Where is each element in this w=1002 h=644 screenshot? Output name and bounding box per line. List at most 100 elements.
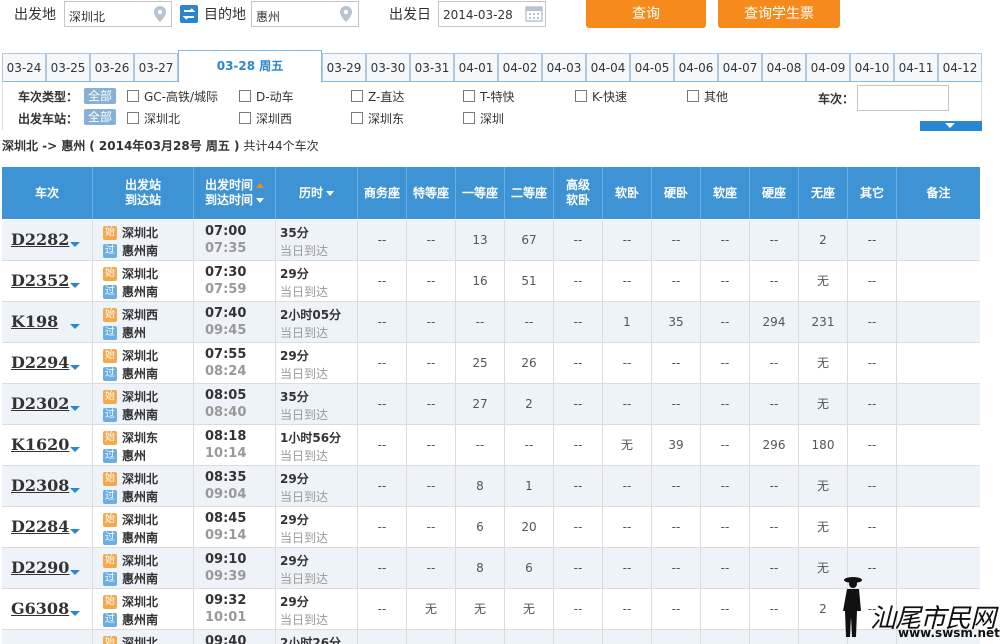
header-stations[interactable]: 出发站 到达站 [93, 167, 194, 219]
expand-filters-toggle[interactable] [920, 121, 982, 131]
train-number-link[interactable]: G6308 [11, 599, 69, 618]
expand-stops-icon[interactable] [70, 488, 80, 493]
seat-availability: -- [750, 261, 799, 301]
date-tab[interactable]: 03-29 [322, 53, 366, 81]
header-duration[interactable]: 历时 [276, 167, 358, 219]
expand-stops-icon[interactable] [70, 570, 80, 575]
seat-availability: -- [750, 466, 799, 506]
train-number-link[interactable]: D2294 [11, 353, 69, 372]
table-row[interactable]: D2308 始深圳北过惠州南 08:35 09:04 29分 当日到达 -- -- 8 1 -- --… [2, 466, 980, 507]
departure-time: 08:05 [205, 388, 247, 403]
type-checkbox-other[interactable] [687, 90, 699, 102]
type-checkbox-d[interactable] [239, 90, 251, 102]
date-tab[interactable]: 04-01 [454, 53, 498, 81]
expand-stops-icon[interactable] [70, 611, 80, 616]
date-tab[interactable]: 04-08 [762, 53, 806, 81]
table-row[interactable]: K198 始深圳西过惠州 07:40 09:45 2小时05分 当日到达 -- -- -- -- -… [2, 302, 980, 343]
header-times[interactable]: 出发时间 到达时间 [194, 167, 276, 219]
table-row[interactable]: K1620 始深圳东过惠州 08:18 10:14 1小时56分 当日到达 -- -- -- --… [2, 425, 980, 466]
expand-stops-icon[interactable] [70, 365, 80, 370]
expand-stops-icon[interactable] [70, 529, 80, 534]
date-tab[interactable]: 03-25 [46, 53, 90, 81]
expand-stops-icon[interactable] [70, 406, 80, 411]
start-station-badge: 始 [103, 595, 117, 609]
seat-availability: -- [407, 384, 456, 424]
date-tab[interactable]: 04-02 [498, 53, 542, 81]
student-ticket-button[interactable]: 查询学生票 [718, 0, 840, 28]
location-pin-icon[interactable] [338, 5, 354, 23]
date-tab[interactable]: 03-26 [90, 53, 134, 81]
arrival-station: 惠州南 [122, 408, 159, 422]
seat-availability: -- [652, 589, 701, 629]
station-checkbox-shenzhenxi[interactable] [239, 112, 251, 124]
seat-availability: -- [652, 343, 701, 383]
sort-desc-icon [326, 190, 334, 196]
duration: 2小时26分 [280, 636, 342, 644]
seat-availability: 296 [750, 425, 799, 465]
date-tab[interactable]: 04-07 [718, 53, 762, 81]
train-number-link[interactable]: D2308 [11, 476, 69, 495]
date-tab[interactable]: 03-27 [134, 53, 178, 81]
date-tab[interactable]: 04-09 [806, 53, 850, 81]
calendar-icon[interactable] [524, 3, 544, 23]
expand-stops-icon[interactable] [70, 447, 80, 452]
date-tab[interactable]: 03-31 [410, 53, 454, 81]
type-checkbox-z[interactable] [351, 90, 363, 102]
arrival-station: 惠州南 [122, 572, 159, 586]
expand-stops-icon[interactable] [70, 324, 80, 329]
table-row[interactable]: D2282 始深圳北过惠州南 07:00 07:35 35分 当日到达 -- -- 13 67 --… [2, 220, 980, 261]
query-button[interactable]: 查询 [586, 0, 706, 28]
station-checkbox-shenzhendong[interactable] [351, 112, 363, 124]
seat-availability: -- [701, 630, 750, 644]
type-checkbox-t[interactable] [463, 90, 475, 102]
station-checkbox-shenzhen[interactable] [463, 112, 475, 124]
date-tab[interactable]: 04-10 [850, 53, 894, 81]
departure-station-label: 出发车站： [18, 112, 79, 126]
train-number-input[interactable] [857, 85, 949, 111]
table-row[interactable]: D2294 始深圳北过惠州南 07:55 08:24 29分 当日到达 -- -- 25 26 --… [2, 343, 980, 384]
type-checkbox-k[interactable] [575, 90, 587, 102]
date-tab[interactable]: 04-12 [938, 53, 982, 81]
table-row[interactable]: 始深圳北09:402小时26分---------------------- [2, 630, 980, 644]
train-number-link[interactable]: D2290 [11, 558, 69, 577]
seat-availability: -- [848, 466, 897, 506]
table-row[interactable]: D2352 始深圳北过惠州南 07:30 07:59 29分 当日到达 -- -- 16 51 --… [2, 261, 980, 302]
table-row[interactable]: G6308 始深圳北过惠州南 09:32 10:01 29分 当日到达 -- 无无无 -- -- -… [2, 589, 980, 630]
station-checkbox-shenzhenbei[interactable] [127, 112, 139, 124]
location-pin-icon[interactable] [152, 5, 168, 23]
seat-availability: -- [652, 507, 701, 547]
seat-availability: 无 [799, 343, 848, 383]
table-row[interactable]: D2284 始深圳北过惠州南 08:45 09:14 29分 当日到达 -- -- 6 20 -- -… [2, 507, 980, 548]
table-row[interactable]: D2302 始深圳北过惠州南 08:05 08:40 35分 当日到达 -- -- 27 2 -- -… [2, 384, 980, 425]
train-type-all-button[interactable]: 全部 [84, 88, 116, 104]
table-row[interactable]: D2290 始深圳北过惠州南 09:10 09:39 29分 当日到达 -- -- 8 6 -- --… [2, 548, 980, 589]
type-checkbox-gc[interactable] [127, 90, 139, 102]
seat-availability: -- [358, 261, 407, 301]
date-tab[interactable]: 03-30 [366, 53, 410, 81]
header-train[interactable]: 车次 [2, 167, 93, 219]
date-tab[interactable]: 04-04 [586, 53, 630, 81]
date-tab[interactable]: 04-11 [894, 53, 938, 81]
date-tab[interactable]: 03-28 周五 [178, 50, 322, 83]
header-hard-seat: 硬座 [750, 167, 799, 219]
pass-station-badge: 过 [103, 285, 117, 299]
seat-availability: -- [701, 220, 750, 260]
train-number-link[interactable]: D2352 [11, 271, 69, 290]
station-all-button[interactable]: 全部 [84, 109, 116, 125]
train-number-link[interactable]: K198 [11, 312, 58, 331]
expand-stops-icon[interactable] [70, 283, 80, 288]
arrival-day-note: 当日到达 [280, 408, 329, 422]
date-tab[interactable]: 04-03 [542, 53, 586, 81]
expand-stops-icon[interactable] [70, 242, 80, 247]
train-number-link[interactable]: D2302 [11, 394, 69, 413]
seat-availability: -- [554, 548, 603, 588]
seat-availability: -- [554, 343, 603, 383]
train-number-link[interactable]: K1620 [11, 435, 69, 454]
date-tab[interactable]: 04-06 [674, 53, 718, 81]
result-summary: 深圳北 -> 惠州 ( 2014年03月28号 周五 ) 共计44个车次 [2, 137, 319, 154]
train-number-link[interactable]: D2282 [11, 230, 69, 249]
train-number-link[interactable]: D2284 [11, 517, 69, 536]
date-tab[interactable]: 03-24 [2, 53, 46, 81]
date-tab[interactable]: 04-05 [630, 53, 674, 81]
swap-stations-icon[interactable] [180, 5, 198, 23]
